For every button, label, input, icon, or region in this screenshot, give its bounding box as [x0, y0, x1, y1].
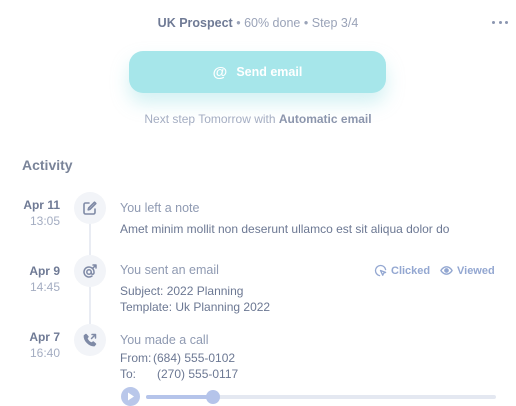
activity-day: Apr 11 — [23, 198, 60, 212]
viewed-badge[interactable]: Viewed — [440, 264, 495, 277]
recording-scrub-handle[interactable] — [205, 390, 220, 404]
activity-date: Apr 9 14:45 — [20, 263, 60, 295]
call-to-number: (270) 555-0117 — [157, 367, 239, 381]
activity-time: 13:05 — [29, 214, 60, 228]
cursor-click-icon — [374, 264, 387, 277]
recording-progress-track[interactable] — [146, 390, 496, 404]
edit-note-icon — [74, 192, 106, 224]
activity-date: Apr 7 16:40 — [20, 329, 60, 361]
clicked-badge[interactable]: Clicked — [374, 264, 430, 277]
play-recording-button[interactable] — [121, 387, 140, 406]
activity-title: You left a note — [120, 201, 200, 215]
activity-time: 16:40 — [29, 346, 60, 360]
clicked-label: Clicked — [391, 264, 431, 277]
prospect-status-line: UK Prospect • 60% done • Step 3/4 — [0, 16, 516, 30]
activity-date: Apr 11 13:05 — [20, 197, 60, 229]
call-from: From: (684) 555-0102 — [120, 350, 235, 366]
call-to: To: (270) 555-0117 — [120, 366, 238, 382]
more-options-icon[interactable] — [492, 15, 508, 29]
activity-time: 14:45 — [29, 280, 60, 294]
next-step-info: Next step Tomorrow with Automatic email — [0, 112, 516, 126]
next-step-method: Automatic email — [278, 112, 372, 126]
note-body: Amet minim mollit non deserunt ullamco e… — [120, 222, 450, 236]
viewed-label: Viewed — [457, 264, 495, 277]
email-template: Template: Uk Planning 2022 — [120, 300, 271, 314]
email-sent-icon — [74, 255, 106, 287]
prospect-name: UK Prospect — [157, 16, 233, 30]
call-to-label: To: — [120, 367, 137, 381]
activity-day: Apr 7 — [29, 330, 60, 344]
eye-icon — [440, 266, 453, 275]
activity-title: You made a call — [120, 333, 209, 347]
activity-day: Apr 9 — [29, 264, 60, 278]
progress-text: 60% done — [244, 16, 301, 30]
email-subject: Subject: 2022 Planning — [120, 284, 244, 298]
activity-heading: Activity — [22, 157, 73, 173]
send-email-button[interactable]: @ Send email — [129, 51, 386, 93]
next-step-prefix: Next step Tomorrow with — [144, 112, 276, 126]
call-from-number: (684) 555-0102 — [153, 351, 236, 365]
phone-call-icon — [74, 324, 106, 356]
recording-progress-fill — [146, 395, 213, 399]
separator: • — [236, 16, 241, 30]
separator: • — [303, 16, 309, 30]
play-icon — [127, 392, 134, 401]
send-email-label: Send email — [236, 65, 303, 79]
activity-title: You sent an email — [120, 263, 219, 277]
at-icon: @ — [212, 63, 228, 81]
step-text: Step 3/4 — [311, 16, 359, 30]
call-from-label: From: — [120, 351, 152, 365]
